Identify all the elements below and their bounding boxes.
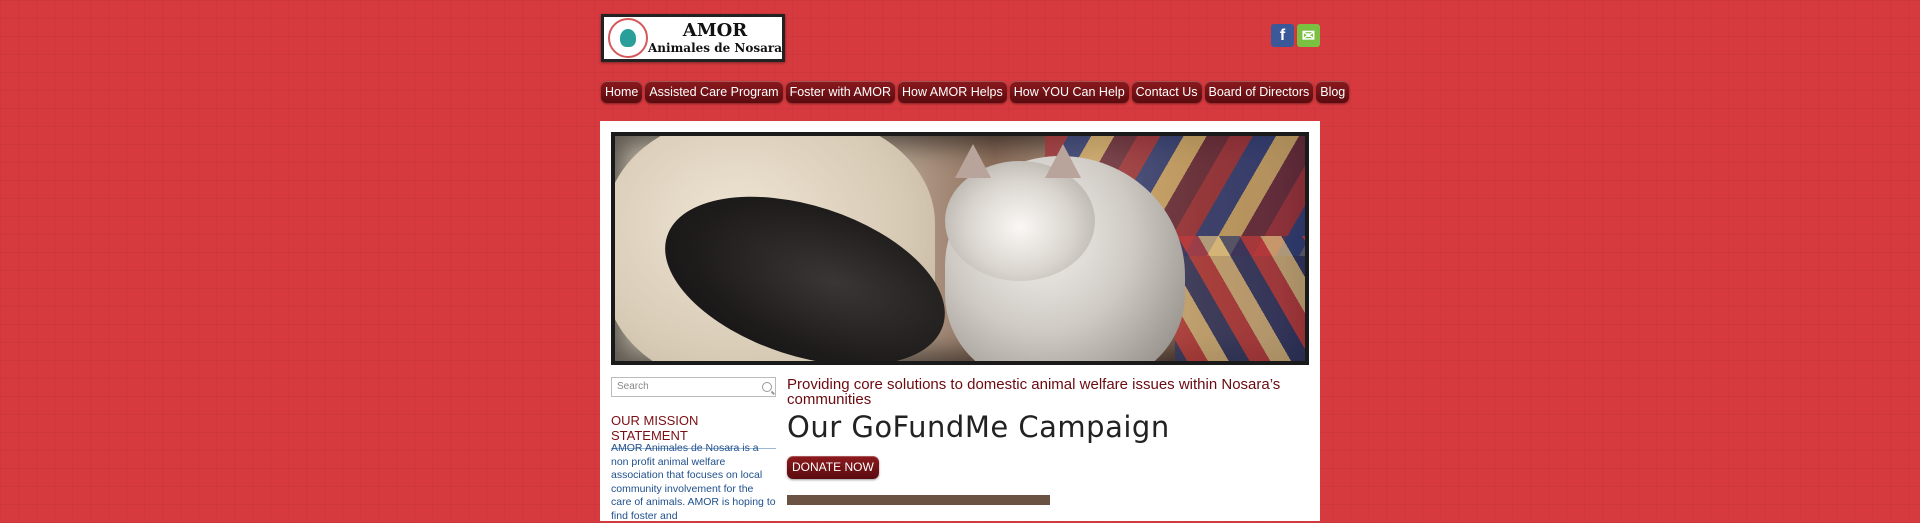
page-title: Our GoFundMe Campaign: [787, 410, 1170, 444]
nav-item-blog[interactable]: Blog: [1316, 81, 1350, 103]
nav-item-home[interactable]: Home: [601, 81, 643, 103]
nav-item-board[interactable]: Board of Directors: [1204, 81, 1314, 103]
social-links: f ✉: [1271, 24, 1320, 47]
hero-banner: [611, 132, 1309, 365]
nav-item-how-amor-helps[interactable]: How AMOR Helps: [897, 81, 1007, 103]
logo-title: AMOR: [682, 19, 748, 41]
nav-item-foster[interactable]: Foster with AMOR: [785, 81, 895, 103]
nav-item-how-you-can-help[interactable]: How YOU Can Help: [1009, 81, 1129, 103]
donate-button[interactable]: DONATE NOW: [787, 456, 879, 479]
logo-subtitle: Animales de Nosara: [648, 40, 782, 55]
search-input[interactable]: Search: [611, 377, 776, 397]
mission-text: AMOR Animales de Nosara is a non profit …: [611, 442, 776, 522]
email-icon[interactable]: ✉: [1297, 24, 1320, 47]
main-nav: Home Assisted Care Program Foster with A…: [601, 81, 1350, 103]
page-wrapper: AMOR Animales de Nosara f ✉ Home Assiste…: [600, 0, 1350, 522]
kittens-photo: [615, 136, 1305, 361]
facebook-icon[interactable]: f: [1271, 24, 1294, 47]
site-logo[interactable]: AMOR Animales de Nosara: [601, 14, 785, 62]
tagline: Providing core solutions to domestic ani…: [787, 376, 1281, 408]
logo-emblem-icon: [608, 18, 648, 58]
nav-item-assisted-care[interactable]: Assisted Care Program: [645, 81, 783, 103]
content-panel: Search OUR MISSION STATEMENT AMOR Animal…: [600, 121, 1320, 522]
nav-item-contact[interactable]: Contact Us: [1131, 81, 1202, 103]
campaign-image: [787, 495, 1050, 505]
search-icon[interactable]: [762, 382, 772, 392]
search-placeholder: Search: [617, 381, 649, 392]
